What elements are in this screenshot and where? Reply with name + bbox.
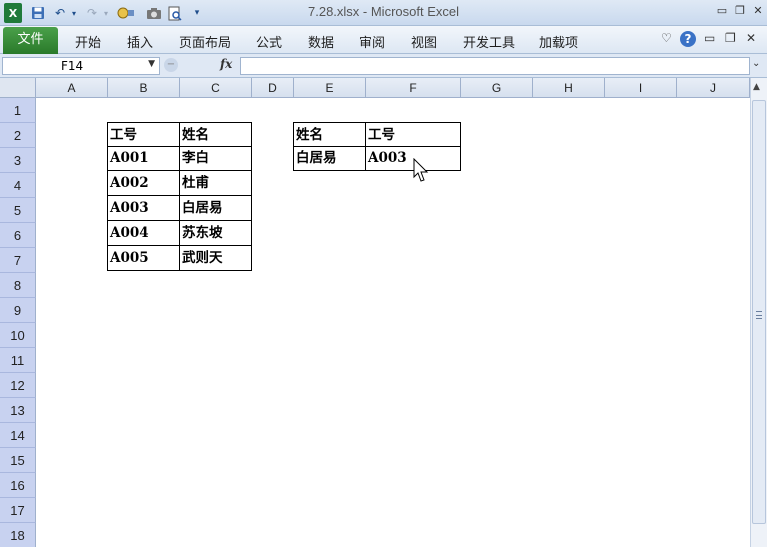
minimize-icon[interactable]: ▭ <box>713 3 731 19</box>
row-header[interactable]: 8 <box>0 273 36 298</box>
tab-formulas[interactable]: 公式 <box>256 32 282 51</box>
lookup-header-cell[interactable]: 工号 <box>365 122 461 147</box>
row-header[interactable]: 15 <box>0 448 36 473</box>
window-title: 7.28.xlsx - Microsoft Excel <box>308 4 459 19</box>
table-cell[interactable]: 武则天 <box>179 246 252 271</box>
close-icon[interactable]: ✕ <box>749 3 767 19</box>
column-header-a[interactable]: A <box>36 78 108 98</box>
name-box[interactable]: F14 ▼ <box>2 57 160 75</box>
table-cell[interactable]: A004 <box>107 221 180 246</box>
column-header-i[interactable]: I <box>605 78 677 98</box>
spreadsheet-grid[interactable]: A B C D E F G H I J 1 2 3 4 5 6 7 8 9 10… <box>0 78 767 547</box>
grip-icon <box>756 311 762 319</box>
table-cell[interactable]: A001 <box>107 146 180 171</box>
table-cell[interactable]: A002 <box>107 171 180 196</box>
name-box-value: F14 <box>61 59 84 73</box>
column-header-c[interactable]: C <box>180 78 252 98</box>
tab-review[interactable]: 审阅 <box>359 32 385 51</box>
row-header[interactable]: 14 <box>0 423 36 448</box>
row-header[interactable]: 9 <box>0 298 36 323</box>
column-header-d[interactable]: D <box>252 78 294 98</box>
tab-data[interactable]: 数据 <box>308 32 334 51</box>
scroll-thumb[interactable] <box>752 100 766 524</box>
cell-area[interactable]: 工号 姓名 A001 李白 A002 杜甫 A003 白居易 A004 苏东坡 … <box>36 98 750 547</box>
formula-buttons: − fx <box>162 57 238 75</box>
table-cell[interactable]: A003 <box>107 196 180 221</box>
help-icon[interactable]: ? <box>680 31 696 47</box>
table-header-cell[interactable]: 工号 <box>107 122 180 147</box>
row-header[interactable]: 5 <box>0 198 36 223</box>
row-header[interactable]: 18 <box>0 523 36 547</box>
row-header[interactable]: 17 <box>0 498 36 523</box>
table-cell[interactable]: 李白 <box>179 146 252 171</box>
row-header[interactable]: 6 <box>0 223 36 248</box>
row-header[interactable]: 11 <box>0 348 36 373</box>
column-header-b[interactable]: B <box>108 78 180 98</box>
row-header[interactable]: 16 <box>0 473 36 498</box>
tab-addins[interactable]: 加载项 <box>539 32 578 51</box>
row-header[interactable]: 12 <box>0 373 36 398</box>
title-bar: X ↶ ▾ ↷ ▾ ▾ 7.28.xlsx - Microsoft Excel … <box>0 0 767 26</box>
table-cell[interactable]: 杜甫 <box>179 171 252 196</box>
column-header-j[interactable]: J <box>677 78 750 98</box>
workbook-restore-icon[interactable]: ❐ <box>725 31 736 45</box>
tab-page-layout[interactable]: 页面布局 <box>179 32 231 51</box>
column-header-f[interactable]: F <box>366 78 461 98</box>
vertical-scrollbar[interactable]: ▲ <box>750 78 767 547</box>
ribbon-collapse-icon[interactable]: ♡ <box>661 31 672 45</box>
workbook-minimize-icon[interactable]: ▭ <box>704 31 715 45</box>
scroll-up-icon[interactable]: ▲ <box>753 82 760 92</box>
expand-formula-icon[interactable]: ⌄ <box>752 58 760 69</box>
row-header[interactable]: 4 <box>0 173 36 198</box>
mouse-cursor-icon <box>413 158 429 182</box>
row-header[interactable]: 1 <box>0 98 36 123</box>
select-all-corner[interactable] <box>0 78 36 98</box>
lookup-cell[interactable]: 白居易 <box>293 146 366 171</box>
restore-icon[interactable]: ❐ <box>731 3 749 19</box>
row-header[interactable]: 3 <box>0 148 36 173</box>
tab-insert[interactable]: 插入 <box>127 32 153 51</box>
insert-function-icon[interactable]: fx <box>220 57 232 71</box>
row-header[interactable]: 7 <box>0 248 36 273</box>
cancel-icon[interactable]: − <box>164 58 178 72</box>
table-cell[interactable]: 白居易 <box>179 196 252 221</box>
table-cell[interactable]: 苏东坡 <box>179 221 252 246</box>
column-header-g[interactable]: G <box>461 78 533 98</box>
table-header-cell[interactable]: 姓名 <box>179 122 252 147</box>
formula-bar: F14 ▼ − fx ⌄ <box>0 54 767 78</box>
tab-home[interactable]: 开始 <box>75 32 101 51</box>
tab-file[interactable]: 文件 <box>3 27 58 54</box>
row-header[interactable]: 10 <box>0 323 36 348</box>
column-header-h[interactable]: H <box>533 78 605 98</box>
row-header[interactable]: 13 <box>0 398 36 423</box>
workbook-close-icon[interactable]: ✕ <box>746 31 756 45</box>
ribbon: 文件 开始 插入 页面布局 公式 数据 审阅 视图 开发工具 加载项 ♡ ? ▭… <box>0 26 767 54</box>
chevron-down-icon[interactable]: ▼ <box>148 59 155 69</box>
tab-view[interactable]: 视图 <box>411 32 437 51</box>
formula-input[interactable] <box>240 57 750 75</box>
tab-developer[interactable]: 开发工具 <box>463 32 515 51</box>
column-header-e[interactable]: E <box>294 78 366 98</box>
table-cell[interactable]: A005 <box>107 246 180 271</box>
row-header[interactable]: 2 <box>0 123 36 148</box>
lookup-header-cell[interactable]: 姓名 <box>293 122 366 147</box>
